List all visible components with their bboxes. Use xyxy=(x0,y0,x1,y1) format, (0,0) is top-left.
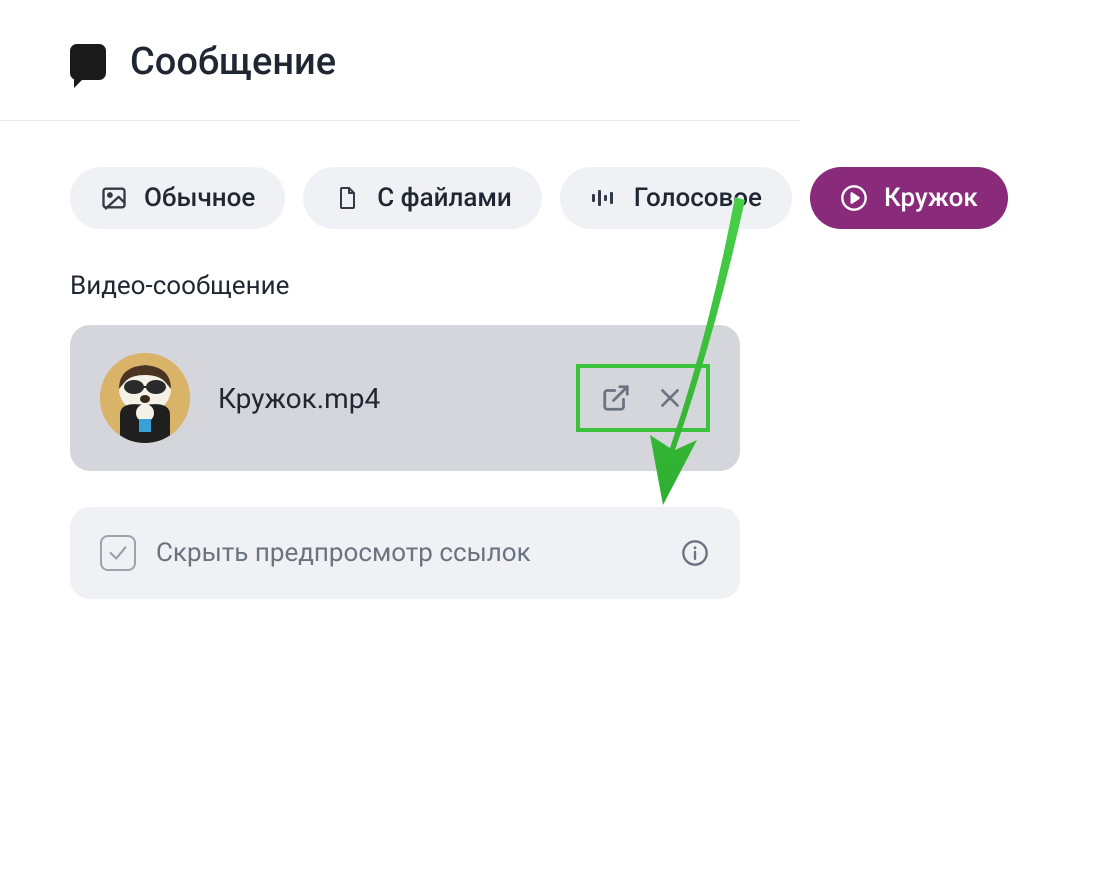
content-area: Обычное С файлами Голосовое Кружок Видео… xyxy=(0,121,1100,599)
filename-label: Кружок.mp4 xyxy=(218,382,576,415)
hide-preview-label: Скрыть предпросмотр ссылок xyxy=(156,538,660,568)
header-title: Сообщение xyxy=(130,40,336,84)
file-actions-highlight xyxy=(576,364,710,432)
message-type-tabs: Обычное С файлами Голосовое Кружок xyxy=(70,167,1030,229)
remove-file-button[interactable] xyxy=(654,382,686,414)
tab-files[interactable]: С файлами xyxy=(303,167,542,229)
header: Сообщение xyxy=(0,0,1100,120)
tab-circle-label: Кружок xyxy=(884,183,978,213)
tab-files-label: С файлами xyxy=(377,183,512,213)
hide-preview-checkbox[interactable] xyxy=(100,535,136,571)
tab-regular[interactable]: Обычное xyxy=(70,167,285,229)
play-circle-icon xyxy=(840,184,868,212)
tab-circle[interactable]: Кружок xyxy=(810,167,1008,229)
image-icon xyxy=(100,184,128,212)
message-icon xyxy=(70,44,106,80)
tab-regular-label: Обычное xyxy=(144,183,255,213)
video-thumbnail xyxy=(100,353,190,443)
file-icon xyxy=(333,184,361,212)
hide-preview-option: Скрыть предпросмотр ссылок xyxy=(70,507,740,599)
tab-voice-label: Голосовое xyxy=(634,183,762,213)
info-button[interactable] xyxy=(680,538,710,568)
waveform-icon xyxy=(590,184,618,212)
video-message-label: Видео-сообщение xyxy=(70,271,1030,301)
tab-voice[interactable]: Голосовое xyxy=(560,167,792,229)
file-attachment-card: Кружок.mp4 xyxy=(70,325,740,471)
open-external-button[interactable] xyxy=(600,382,632,414)
